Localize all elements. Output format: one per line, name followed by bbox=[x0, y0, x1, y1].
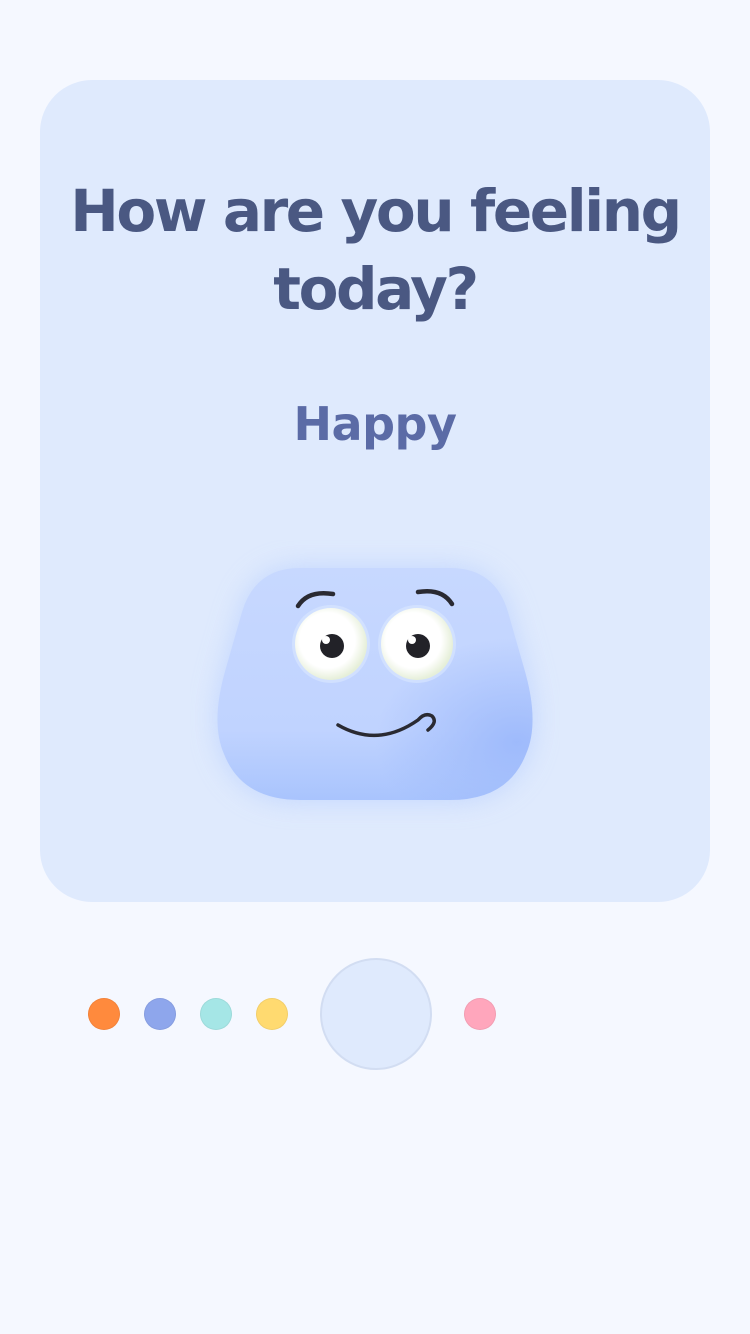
mood-option-teal[interactable] bbox=[200, 998, 232, 1030]
mood-option-orange[interactable] bbox=[88, 998, 120, 1030]
mood-option-selected[interactable] bbox=[320, 958, 432, 1070]
mood-option-yellow[interactable] bbox=[256, 998, 288, 1030]
mood-option-pink[interactable] bbox=[464, 998, 496, 1030]
mood-option-blue[interactable] bbox=[144, 998, 176, 1030]
left-eye-icon bbox=[292, 605, 370, 683]
page-title: How are you feeling today? bbox=[70, 177, 682, 323]
right-eye-icon bbox=[378, 605, 456, 683]
blob-shading bbox=[217, 568, 533, 800]
happy-blob-character bbox=[217, 568, 533, 800]
mood-label: Happy bbox=[293, 397, 457, 451]
